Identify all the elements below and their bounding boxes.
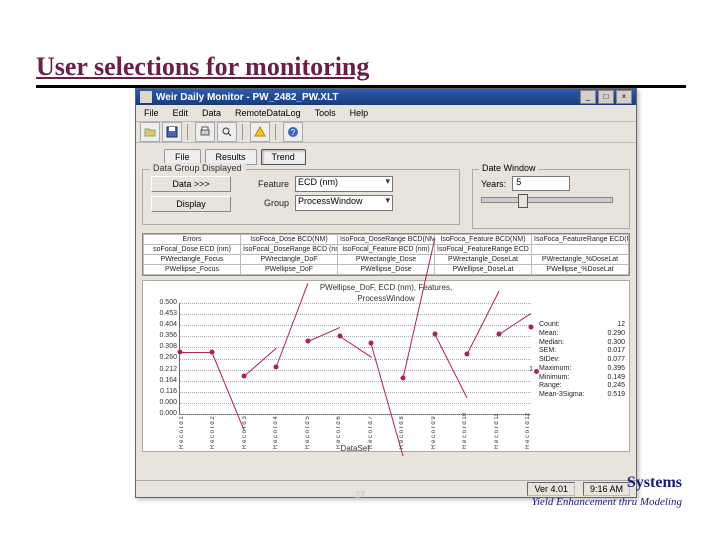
toolbar-sep-3 xyxy=(275,124,278,140)
date-window-legend: Date Window xyxy=(479,163,539,173)
legend-label: 1 xyxy=(529,366,533,373)
app-icon xyxy=(140,91,152,103)
display-button[interactable]: Display xyxy=(151,196,231,212)
grid-cell[interactable]: soFocal_Dose ECD (nm) xyxy=(144,245,241,255)
years-field[interactable]: 5 xyxy=(512,176,570,191)
trend-chart[interactable]: PWellipse_DoF, ECD (nm), Features, Proce… xyxy=(142,280,630,452)
grid-cell[interactable]: PWrectangle_DoF xyxy=(241,255,338,265)
company-name: Systems xyxy=(627,474,682,492)
stats-panel: Count:12Mean:0.290Median:0.300SEM:0.017S… xyxy=(539,321,625,400)
grid-cell[interactable]: PWellipse_Dose xyxy=(338,265,435,275)
grid-cell[interactable]: PWrectangle_Focus xyxy=(144,255,241,265)
slide-number: 27 xyxy=(355,490,365,500)
data-group-legend: Data Group Displayed xyxy=(149,163,246,173)
statusbar: Ver 4.01 9:16 AM xyxy=(136,480,636,497)
y-axis-ticks: 0.5000.4530.4040.3560.3080.2600.2120.164… xyxy=(145,299,177,417)
company-tagline: Yield Enhancement thru Modeling xyxy=(532,496,682,508)
alert-icon[interactable] xyxy=(250,122,270,142)
folder-open-icon[interactable] xyxy=(140,122,160,142)
plot-area xyxy=(179,303,531,415)
toolbar-sep-1 xyxy=(187,124,190,140)
grid-cell[interactable]: IsoFocal_Feature BCD (nm) xyxy=(338,245,435,255)
minimize-button[interactable]: _ xyxy=(580,90,596,104)
preview-icon[interactable] xyxy=(217,122,237,142)
slide-title: User selections for monitoring xyxy=(36,52,369,82)
menu-edit[interactable]: Edit xyxy=(169,108,193,118)
status-version: Ver 4.01 xyxy=(527,482,575,496)
print-icon[interactable] xyxy=(195,122,215,142)
grid-cell[interactable]: PWellipse_DoF xyxy=(241,265,338,275)
group-label: Group xyxy=(239,198,289,208)
date-window-slider[interactable] xyxy=(481,197,613,203)
toolbar-sep-2 xyxy=(242,124,245,140)
menubar: File Edit Data RemoteDataLog Tools Help xyxy=(136,105,636,122)
grid-cell[interactable]: PWellipse_%DoseLat xyxy=(532,265,629,275)
grid-cell[interactable]: IsoFoca_FeatureRange ECD(NM) xyxy=(532,235,629,245)
feature-label: Feature xyxy=(239,179,289,189)
grid-cell[interactable]: PWellipse_Focus xyxy=(144,265,241,275)
maximize-button[interactable]: □ xyxy=(598,90,614,104)
menu-help[interactable]: Help xyxy=(346,108,373,118)
save-icon[interactable] xyxy=(162,122,182,142)
grid-cell[interactable]: Errors xyxy=(144,235,241,245)
tab-trend[interactable]: Trend xyxy=(261,149,306,165)
years-label: Years: xyxy=(481,179,506,189)
data-group-box: Data Group Displayed Data >>> Display Fe… xyxy=(142,169,460,225)
app-window: Weir Daily Monitor - PW_2482_PW.XLT _ □ … xyxy=(135,88,637,498)
chart-title-2: ProcessWindow xyxy=(143,292,629,303)
menu-file[interactable]: File xyxy=(140,108,163,118)
window-body: File Results Trend Data Group Displayed … xyxy=(136,143,636,456)
grid-cell[interactable]: IsoFoca_DoseRange BCD(NM) xyxy=(338,235,435,245)
svg-text:?: ? xyxy=(291,128,296,137)
grid-cell[interactable]: PWrectangle_Dose xyxy=(338,255,435,265)
menu-remotedatalog[interactable]: RemoteDataLog xyxy=(231,108,305,118)
help-icon[interactable]: ? xyxy=(283,122,303,142)
grid-cell[interactable] xyxy=(532,245,629,255)
grid-cell[interactable]: IsoFocal_DoseRange BCD (nm) xyxy=(241,245,338,255)
date-window-box: Date Window Years: 5 xyxy=(472,169,630,229)
status-time: 9:16 AM xyxy=(583,482,630,496)
close-button[interactable]: × xyxy=(616,90,632,104)
grid-cell[interactable]: PWrectangle_%DoseLat xyxy=(532,255,629,265)
chart-title-1: PWellipse_DoF, ECD (nm), Features, xyxy=(143,281,629,292)
x-axis-label: DataSet xyxy=(179,444,531,453)
grid-cell[interactable]: IsoFoca_Feature BCD(NM) xyxy=(435,235,532,245)
feature-select[interactable]: ECD (nm) xyxy=(295,176,393,192)
grid-cell[interactable]: IsoFoca_Dose BCD(NM) xyxy=(241,235,338,245)
window-title: Weir Daily Monitor - PW_2482_PW.XLT xyxy=(156,92,578,103)
group-select[interactable]: ProcessWindow xyxy=(295,195,393,211)
metric-grid[interactable]: ErrorsIsoFoca_Dose BCD(NM)IsoFoca_DoseRa… xyxy=(142,233,630,276)
grid-cell[interactable]: PWrectangle_DoseLat xyxy=(435,255,532,265)
grid-cell[interactable]: IsoFocal_FeatureRange ECD (nm) xyxy=(435,245,532,255)
data-button[interactable]: Data >>> xyxy=(151,176,231,192)
grid-cell[interactable]: PWellipse_DoseLat xyxy=(435,265,532,275)
menu-data[interactable]: Data xyxy=(198,108,225,118)
titlebar: Weir Daily Monitor - PW_2482_PW.XLT _ □ … xyxy=(136,89,636,105)
toolbar: ? xyxy=(136,122,636,143)
chart-point xyxy=(529,325,534,330)
menu-tools[interactable]: Tools xyxy=(311,108,340,118)
